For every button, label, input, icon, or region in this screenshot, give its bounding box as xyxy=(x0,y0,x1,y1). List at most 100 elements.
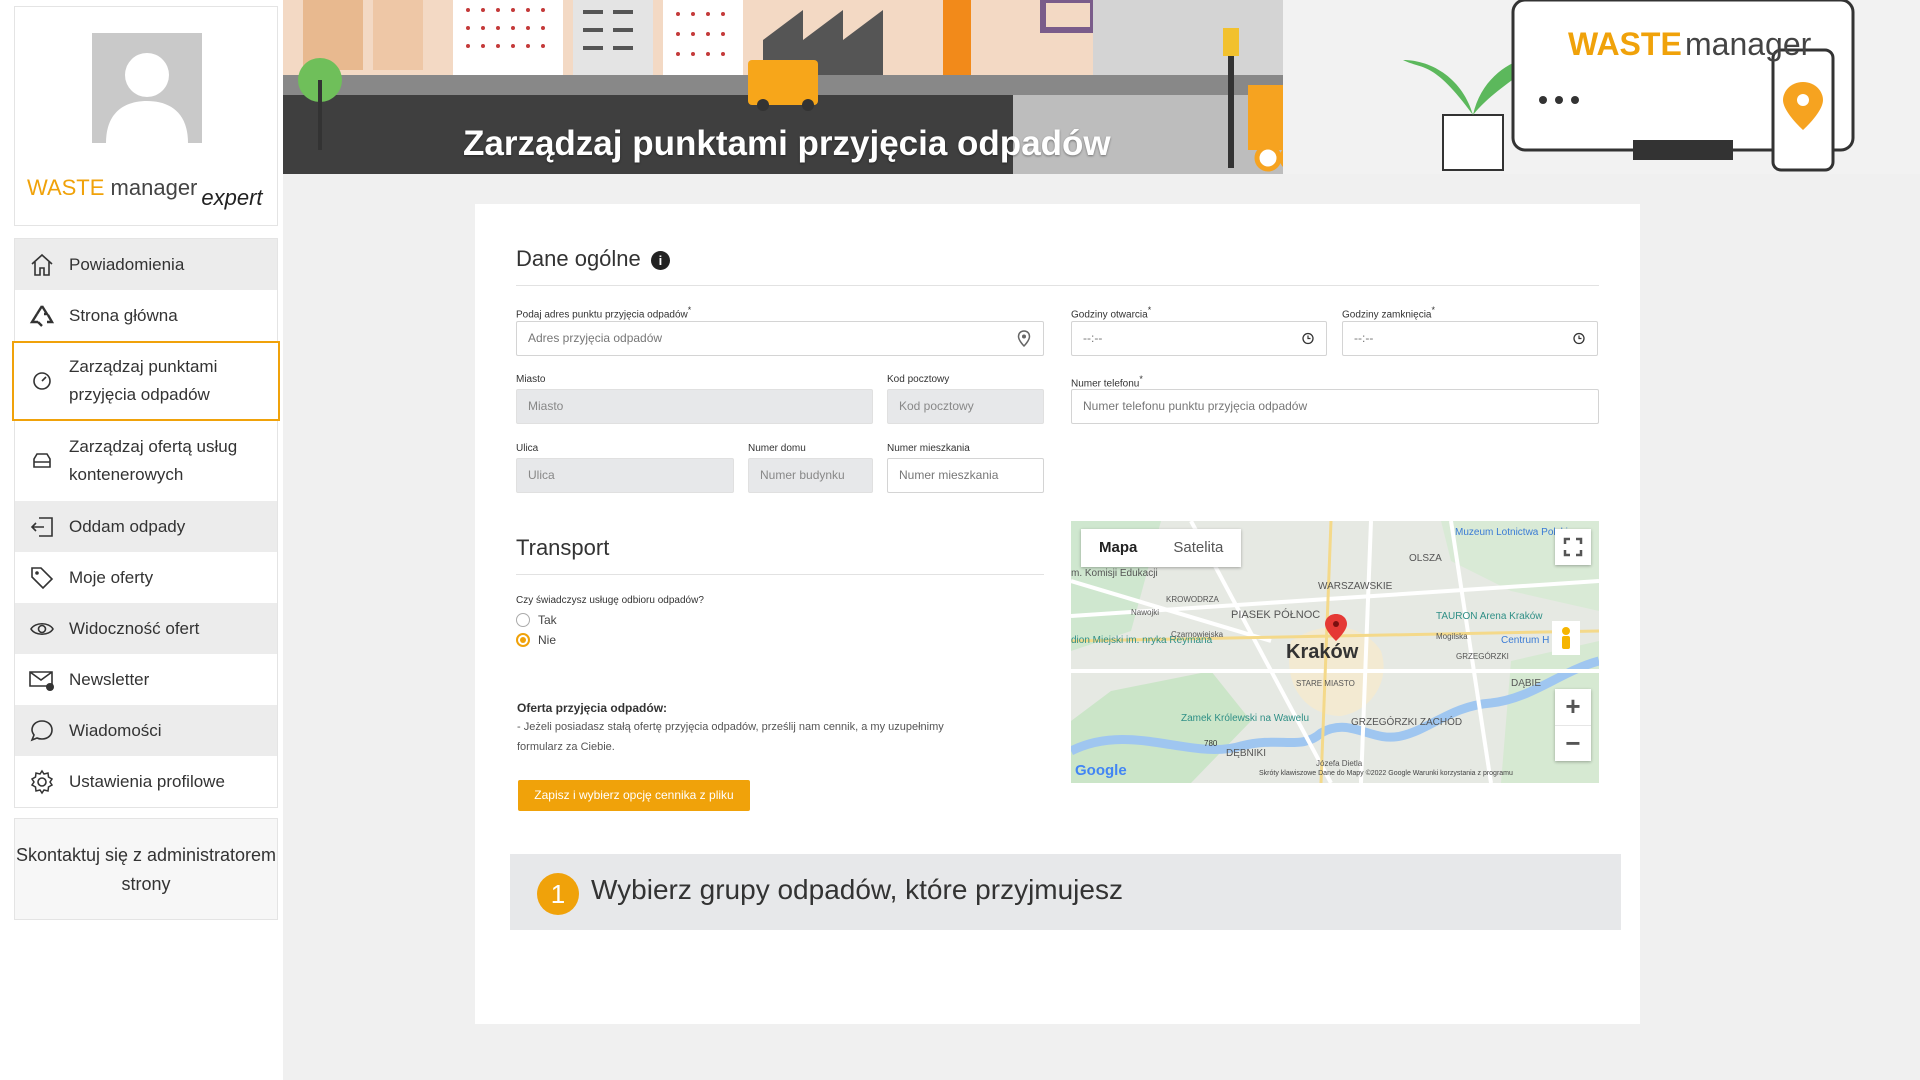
sidebar: WASTE manager expert Powiadomienia Strona… xyxy=(0,0,283,1080)
map-label: Zamek Królewski na Wawelu xyxy=(1181,713,1309,724)
sidebar-item-label: Zarządzaj ofertą usług kontenerowych xyxy=(69,437,238,484)
map-label: KROWODRZA xyxy=(1166,595,1220,604)
container-icon xyxy=(27,446,57,476)
map-label: WARSZAWSKIE xyxy=(1318,581,1393,592)
step-waste-groups[interactable]: 1 Wybierz grupy odpadów, które przyjmuje… xyxy=(510,854,1621,930)
radio-no[interactable]: Nie xyxy=(516,633,556,647)
sidebar-nav: Powiadomienia Strona główna Zarządzaj pu… xyxy=(12,238,280,808)
logout-icon xyxy=(27,512,57,542)
map-label: TAURON Arena Kraków xyxy=(1436,611,1543,622)
map-widget[interactable]: OLSZA WARSZAWSKIE PIASEK PÓŁNOC KROWODRZ… xyxy=(1071,521,1599,783)
banner-logo-waste: WASTE xyxy=(1568,26,1682,62)
sidebar-item-give-waste[interactable]: Oddam odpady xyxy=(15,501,277,552)
street-label: Ulica xyxy=(516,443,539,454)
save-and-choose-pricelist-button[interactable]: Zapisz i wybierz opcję cennika z pliku xyxy=(518,780,750,811)
sidebar-item-home[interactable]: Strona główna xyxy=(15,290,277,341)
gear-icon xyxy=(27,767,57,797)
profile-card: WASTE manager expert xyxy=(14,6,278,226)
sidebar-item-label: Wiadomości xyxy=(69,720,162,740)
google-logo: Google xyxy=(1075,762,1127,779)
section-general-title: Dane ogólne i xyxy=(516,246,670,272)
sidebar-item-manage-points[interactable]: Zarządzaj punktami przyjęcia odpadów xyxy=(12,341,280,421)
close-hours-label: Godziny zamknięcia* xyxy=(1342,305,1435,321)
map-label: Centrum H xyxy=(1501,635,1549,646)
city-input[interactable]: Miasto xyxy=(516,389,873,424)
house-number-input[interactable]: Numer budynku xyxy=(748,458,873,493)
gauge-icon xyxy=(27,366,57,396)
zoom-in-button[interactable]: + xyxy=(1555,689,1591,725)
address-label: Podaj adres punktu przyjęcia odpadów* xyxy=(516,305,692,321)
close-hours-input[interactable]: --:-- xyxy=(1342,321,1598,356)
sidebar-item-notifications[interactable]: Powiadomienia xyxy=(15,239,277,290)
section-transport-title: Transport xyxy=(516,535,610,560)
flat-number-input[interactable]: Numer mieszkania xyxy=(887,458,1044,493)
section-title-text: Dane ogólne xyxy=(516,246,641,271)
sidebar-item-label: Oddam odpady xyxy=(69,516,186,536)
sidebar-item-label: Strona główna xyxy=(69,305,178,325)
chat-icon xyxy=(27,716,57,746)
offer-title: Oferta przyjęcia odpadów: xyxy=(517,701,668,715)
sidebar-item-newsletter[interactable]: Newsletter xyxy=(15,654,277,705)
map-type-tabs: Mapa Satelita xyxy=(1081,529,1242,567)
home-icon xyxy=(27,250,57,280)
clock-icon[interactable] xyxy=(1573,322,1585,355)
zip-label: Kod pocztowy xyxy=(887,374,950,385)
street-input[interactable]: Ulica xyxy=(516,458,734,493)
location-pin-icon[interactable] xyxy=(1017,322,1031,355)
tag-icon xyxy=(27,563,57,593)
tab-satellite[interactable]: Satelita xyxy=(1155,529,1241,567)
map-label: Czarnowiejska xyxy=(1171,630,1224,639)
info-icon[interactable]: i xyxy=(650,251,670,270)
map-road-label: 780 xyxy=(1204,739,1218,748)
sidebar-item-label: Powiadomienia xyxy=(69,254,185,274)
sidebar-item-my-offers[interactable]: Moje oferty xyxy=(15,552,277,603)
fullscreen-button[interactable] xyxy=(1555,529,1591,565)
zoom-out-button[interactable]: − xyxy=(1555,725,1591,761)
page-banner: WASTE manager Zarządzaj punktami przyjęc… xyxy=(283,0,1920,174)
map-attribution[interactable]: Skróty klawiszowe Dane do Mapy ©2022 Goo… xyxy=(1259,769,1513,777)
sidebar-item-label: Moje oferty xyxy=(69,567,154,587)
flat-number-label: Numer mieszkania xyxy=(887,443,970,454)
divider xyxy=(516,285,1599,286)
clock-icon[interactable] xyxy=(1302,322,1314,355)
tab-map[interactable]: Mapa xyxy=(1081,529,1155,567)
radio-button[interactable] xyxy=(516,613,530,627)
page-title: Zarządzaj punktami przyjęcia odpadów xyxy=(463,124,1111,163)
sidebar-item-container-offer[interactable]: Zarządzaj ofertą usług kontenerowych xyxy=(15,421,277,501)
map-label: DĄBIE xyxy=(1511,678,1541,689)
mail-icon xyxy=(27,665,57,695)
step-number-badge: 1 xyxy=(537,873,579,915)
radio-button[interactable] xyxy=(516,633,530,647)
offer-text-line1: - Jeżeli posiadasz stałą ofertę przyjęci… xyxy=(517,721,944,733)
step-title: Wybierz grupy odpadów, które przyjmujesz xyxy=(591,874,1123,905)
eye-icon xyxy=(27,614,57,644)
map-label: OLSZA xyxy=(1409,553,1442,564)
sidebar-item-profile-settings[interactable]: Ustawienia profilowe xyxy=(15,756,277,807)
radio-yes[interactable]: Tak xyxy=(516,613,557,627)
map-label: GRZEGÓRZKI ZACHÓD xyxy=(1351,715,1462,728)
phone-label: Numer telefonu* xyxy=(1071,374,1143,390)
recycle-icon xyxy=(27,301,57,331)
fullscreen-icon xyxy=(1563,537,1583,557)
map-label: Nawojki xyxy=(1131,608,1159,617)
contact-admin-link[interactable]: Skontaktuj się z administratorem strony xyxy=(14,818,278,920)
sidebar-item-label: Newsletter xyxy=(69,669,150,689)
open-hours-input[interactable]: --:-- xyxy=(1071,321,1327,356)
map-label: GRZEGÓRZKI xyxy=(1456,652,1509,661)
transport-question: Czy świadczysz usługę odbioru odpadów? xyxy=(516,595,704,606)
sidebar-item-offer-visibility[interactable]: Widoczność ofert xyxy=(15,603,277,654)
brand-logo: WASTE manager expert xyxy=(27,175,263,210)
map-label: PIASEK PÓŁNOC xyxy=(1231,608,1320,621)
map-label: Mogilska xyxy=(1436,632,1468,641)
map-label: STARE MIASTO xyxy=(1296,679,1355,688)
offer-text-line2: formularz za Ciebie. xyxy=(517,741,615,753)
avatar[interactable] xyxy=(92,33,202,143)
city-label: Miasto xyxy=(516,374,546,385)
map-label: DĘBNIKI xyxy=(1226,748,1266,759)
sidebar-item-label: Widoczność ofert xyxy=(69,618,200,638)
zip-input[interactable]: Kod pocztowy xyxy=(887,389,1044,424)
banner-logo-manager: manager xyxy=(1685,26,1812,62)
address-input[interactable]: Adres przyjęcia odpadów xyxy=(516,321,1044,356)
phone-input[interactable]: Numer telefonu punktu przyjęcia odpadów xyxy=(1071,389,1599,424)
sidebar-item-messages[interactable]: Wiadomości xyxy=(15,705,277,756)
